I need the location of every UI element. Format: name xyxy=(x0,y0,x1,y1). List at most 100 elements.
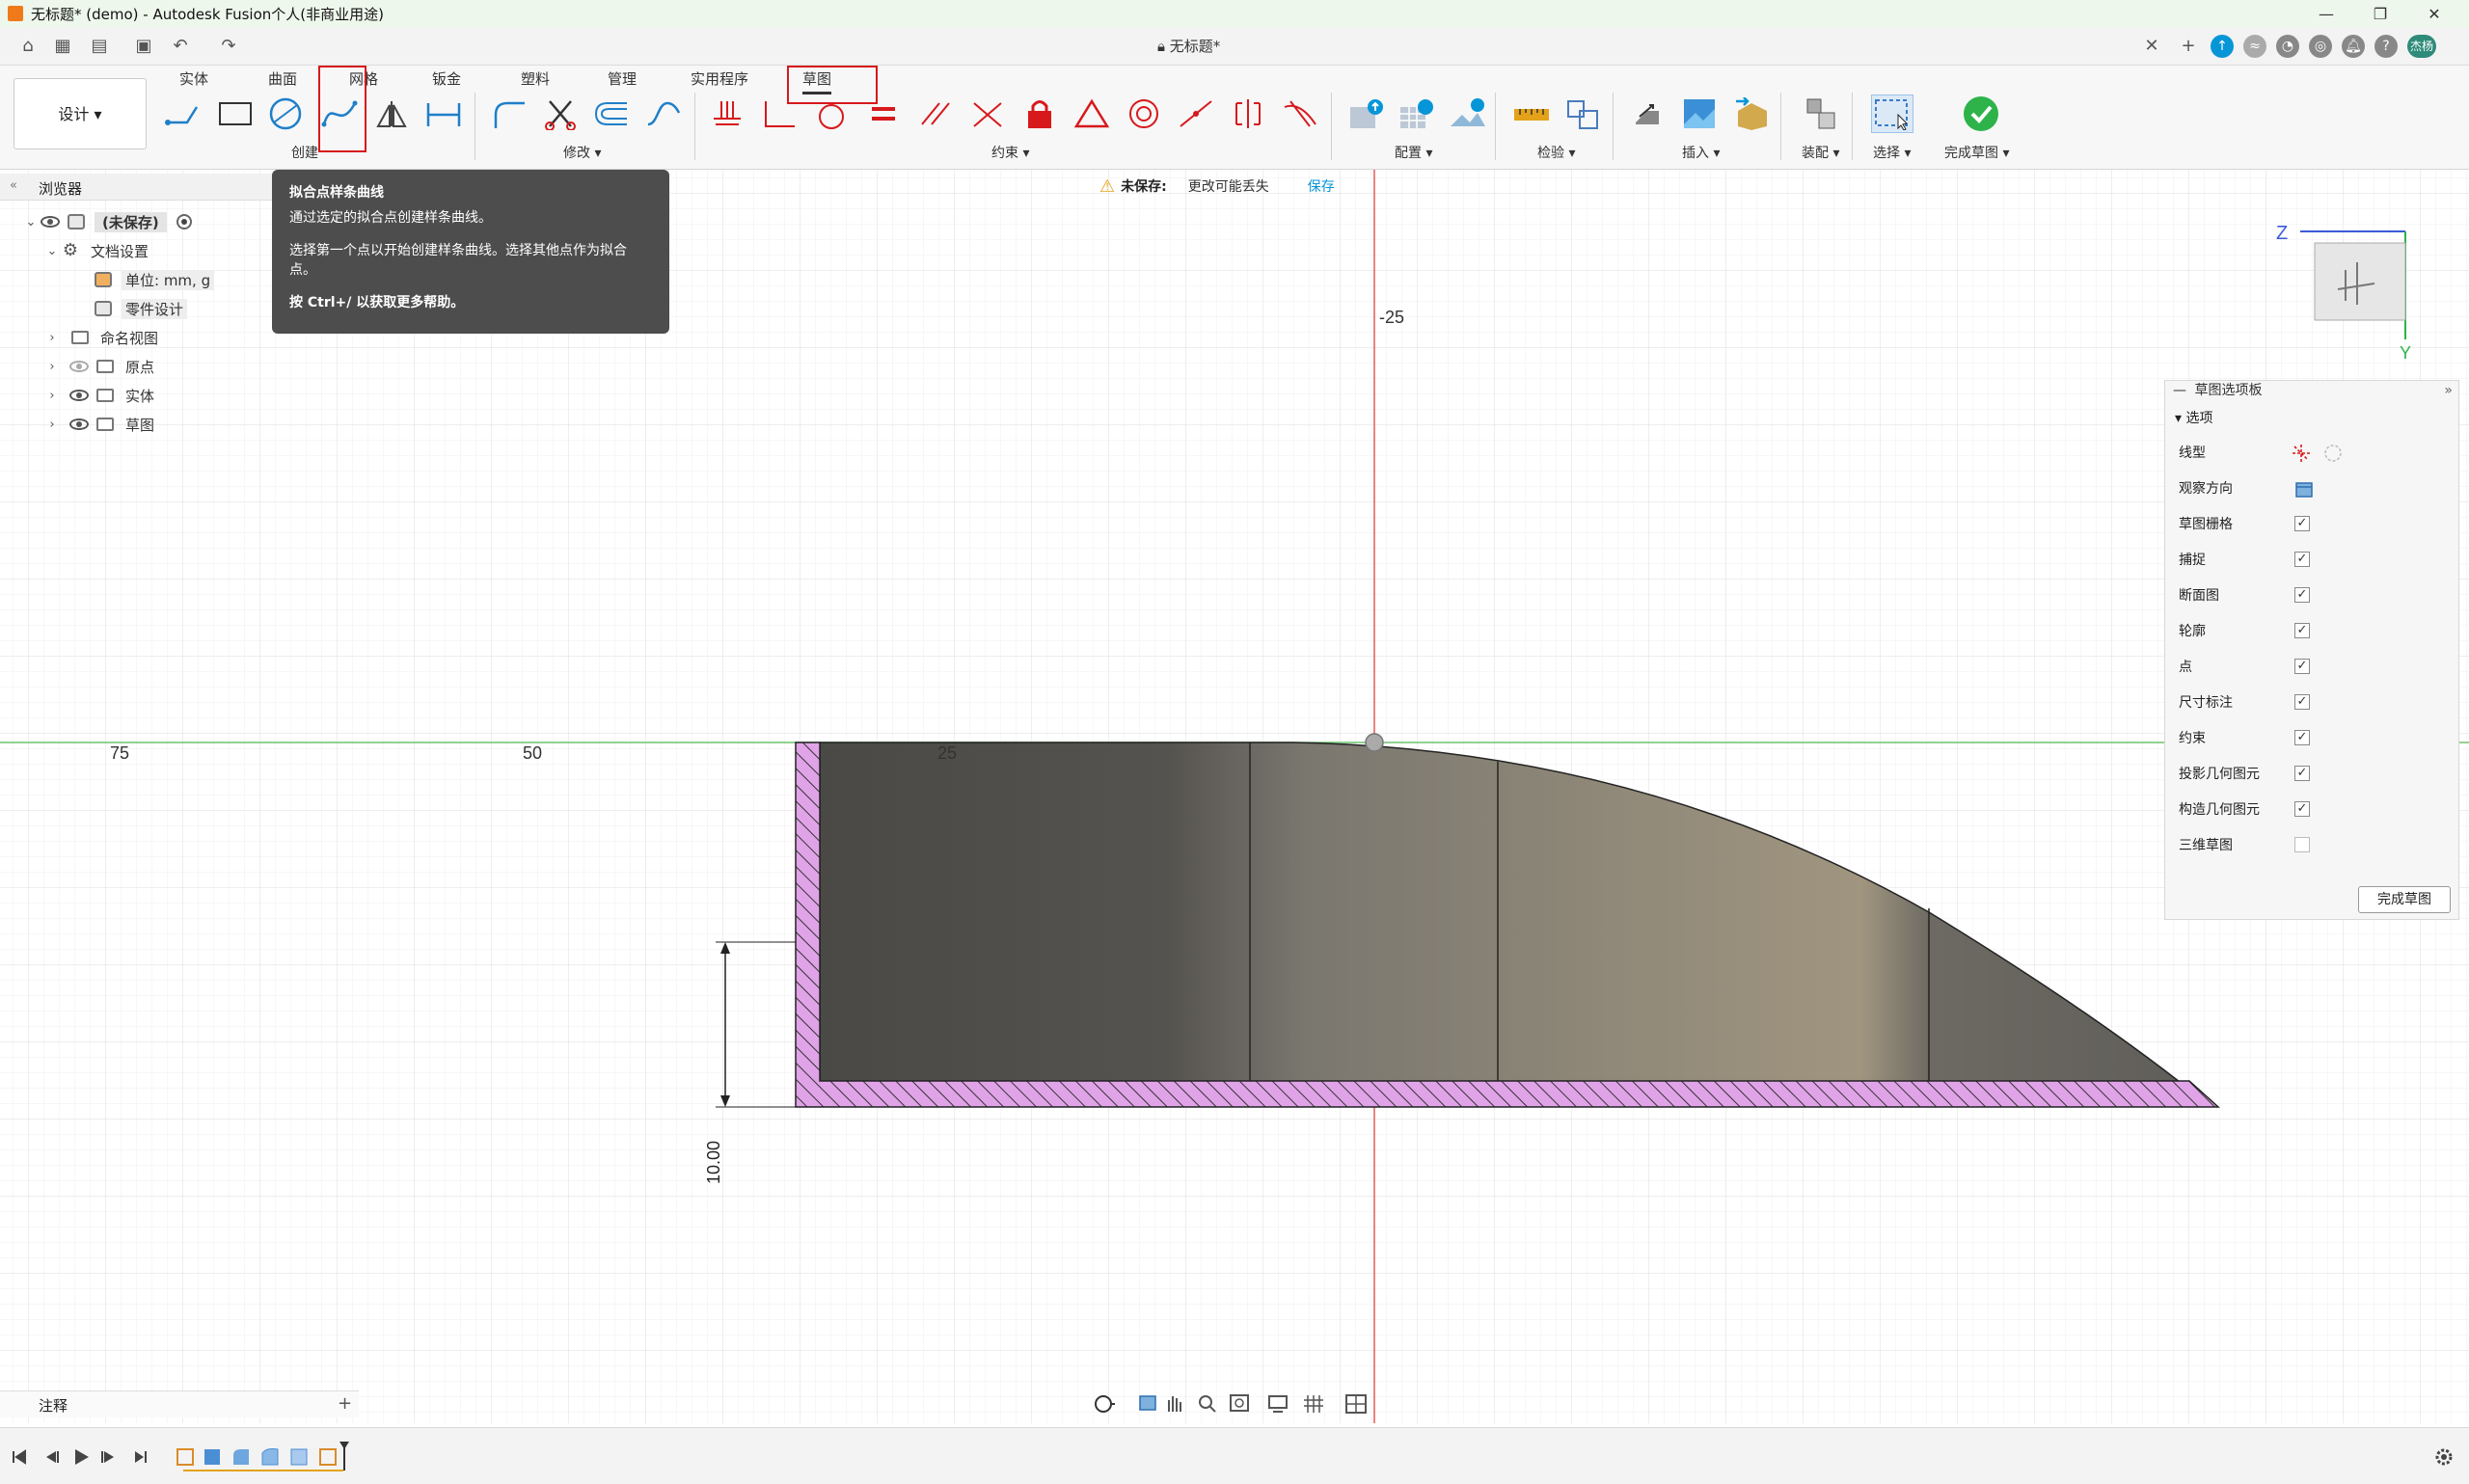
timeline-revolve-feature-icon[interactable] xyxy=(290,1448,308,1466)
display-settings-icon[interactable] xyxy=(1268,1395,1288,1413)
group-configure-label[interactable]: 配置 ▾ xyxy=(1395,143,1432,162)
save-icon[interactable]: ▣ xyxy=(133,37,154,56)
add-note-icon[interactable]: + xyxy=(338,1393,352,1414)
viewport[interactable]: 10.00 -25 75 50 25 Z Y xyxy=(0,170,2469,1423)
workspace-switcher[interactable]: 设计 ▾ xyxy=(14,78,147,149)
equal-constraint-tool[interactable] xyxy=(862,94,905,133)
midpoint-constraint-tool[interactable] xyxy=(1175,94,1217,133)
tab-surface[interactable]: 曲面 xyxy=(268,68,297,89)
group-create-label[interactable]: 创建 xyxy=(291,143,318,162)
fit-icon[interactable] xyxy=(1230,1394,1249,1412)
linetype-icons[interactable] xyxy=(2291,443,2348,464)
concentric-constraint-tool[interactable] xyxy=(1123,94,1165,133)
help-icon[interactable]: ? xyxy=(2374,35,2398,58)
pan-hand-icon[interactable] xyxy=(1168,1396,1181,1412)
tab-plastic[interactable]: 塑料 xyxy=(521,68,550,89)
expand-chevron-icon[interactable]: › xyxy=(42,418,62,432)
zoom-icon[interactable] xyxy=(1199,1395,1216,1413)
play-icon[interactable] xyxy=(75,1449,89,1465)
dimension-value[interactable]: 10.00 xyxy=(704,1141,723,1184)
triangle-constraint-tool[interactable] xyxy=(1071,94,1113,133)
browser-row-origin[interactable]: › 原点 xyxy=(42,353,154,380)
sketch-canvas[interactable]: 10.00 -25 75 50 25 Z Y xyxy=(0,170,2469,1423)
collapse-browser-icon[interactable]: « xyxy=(10,178,17,193)
group-finish-label[interactable]: 完成草图 ▾ xyxy=(1944,143,2009,162)
visibility-eye-icon[interactable] xyxy=(41,216,60,228)
timeline-extrude-feature-icon[interactable] xyxy=(204,1449,220,1465)
visibility-eye-icon[interactable] xyxy=(69,418,89,430)
expand-chevron-icon[interactable]: › xyxy=(42,331,62,345)
parallel-constraint-tool[interactable] xyxy=(914,94,957,133)
document-tab[interactable]: 🔒︎ 无标题* xyxy=(1157,27,1220,66)
user-avatar[interactable]: 杰杨 xyxy=(2407,35,2436,58)
circle-tool[interactable] xyxy=(264,94,307,133)
sketch-curve-tool[interactable] xyxy=(642,94,685,133)
tab-utilities[interactable]: 实用程序 xyxy=(691,68,748,89)
extensions-icon[interactable]: ↑ xyxy=(2211,35,2234,58)
browser-row-doc-settings[interactable]: ⌄ ⚙ 文档设置 xyxy=(42,237,149,264)
dimensions-checkbox[interactable]: ✓ xyxy=(2294,694,2310,710)
coincident-constraint-tool[interactable] xyxy=(706,94,748,133)
restore-button[interactable]: ❐ xyxy=(2353,0,2407,27)
snap-checkbox[interactable]: ✓ xyxy=(2294,552,2310,567)
tangent-constraint-tool[interactable] xyxy=(810,94,853,133)
finish-sketch-tool[interactable] xyxy=(1960,94,2002,133)
timeline-marker[interactable] xyxy=(339,1442,349,1471)
configure-tool-1[interactable] xyxy=(1344,94,1387,133)
origin-point[interactable] xyxy=(1365,733,1384,752)
expand-chevron-icon[interactable]: › xyxy=(42,360,62,374)
redo-icon[interactable]: ↷ xyxy=(218,37,239,56)
group-insert-label[interactable]: 插入 ▾ xyxy=(1682,143,1720,162)
expand-chevron-icon[interactable]: ⌄ xyxy=(21,215,41,229)
projected-geometry-checkbox[interactable]: ✓ xyxy=(2294,766,2310,781)
browser-row-bodies[interactable]: › 实体 xyxy=(42,382,154,409)
rectangle-tool[interactable] xyxy=(214,94,257,133)
minimize-button[interactable]: — xyxy=(2299,0,2353,27)
group-inspect-label[interactable]: 检验 ▾ xyxy=(1537,143,1575,162)
grid-checkbox[interactable]: ✓ xyxy=(2294,516,2310,531)
look-at-icon[interactable] xyxy=(2294,479,2314,499)
timeline-shell-feature-icon[interactable] xyxy=(261,1448,279,1466)
browser-row-part-design[interactable]: 零件设计 xyxy=(95,295,188,322)
finish-sketch-button[interactable]: 完成草图 xyxy=(2358,886,2451,913)
interference-tool[interactable] xyxy=(1562,94,1605,133)
save-link[interactable]: 保存 xyxy=(1308,176,1335,196)
3d-sketch-checkbox[interactable] xyxy=(2294,837,2310,852)
group-modify-label[interactable]: 修改 ▾ xyxy=(563,143,601,162)
offset-tool[interactable] xyxy=(590,94,633,133)
curvature-constraint-tool[interactable] xyxy=(1279,94,1321,133)
expand-chevron-icon[interactable]: ⌄ xyxy=(42,244,62,258)
job-status-icon[interactable]: ◔ xyxy=(2276,35,2299,58)
configure-tool-3[interactable] xyxy=(1447,94,1489,133)
look-at-nav-icon[interactable] xyxy=(1139,1395,1156,1411)
fix-constraint-tool[interactable] xyxy=(1018,94,1061,133)
notifications-icon[interactable]: 🔔︎ xyxy=(2342,35,2365,58)
timeline-fillet-feature-icon[interactable] xyxy=(233,1449,249,1465)
timeline-active-sketch-icon[interactable] xyxy=(319,1448,337,1466)
expand-palette-icon[interactable]: » xyxy=(2444,381,2453,400)
slice-checkbox[interactable]: ✓ xyxy=(2294,587,2310,603)
perpendicular-constraint-tool[interactable] xyxy=(758,94,800,133)
browser-row-sketches[interactable]: › 草图 xyxy=(42,411,154,438)
line-tool[interactable] xyxy=(162,94,204,133)
insert-derive-tool[interactable] xyxy=(1628,94,1670,133)
browser-row-named-views[interactable]: › 命名视图 xyxy=(42,324,158,351)
step-forward-icon[interactable] xyxy=(101,1451,114,1463)
select-tool[interactable] xyxy=(1871,94,1913,133)
points-checkbox[interactable]: ✓ xyxy=(2294,659,2310,674)
visibility-eye-icon[interactable] xyxy=(69,390,89,401)
learning-icon[interactable]: ◎ xyxy=(2309,35,2332,58)
offline-icon[interactable]: ≈ xyxy=(2243,35,2266,58)
close-window-button[interactable]: ✕ xyxy=(2407,0,2461,27)
hidden-eye-icon[interactable] xyxy=(69,361,89,372)
activate-radio-icon[interactable] xyxy=(176,214,192,229)
tab-sheet-metal[interactable]: 钣金 xyxy=(432,68,461,89)
configure-tool-2[interactable] xyxy=(1395,94,1437,133)
grid-settings-icon[interactable] xyxy=(1304,1395,1323,1413)
timeline-sketch-feature-icon[interactable] xyxy=(176,1448,194,1466)
tab-solid[interactable]: 实体 xyxy=(179,68,208,89)
viewports-icon[interactable] xyxy=(1345,1394,1367,1414)
fillet-tool[interactable] xyxy=(488,94,530,133)
perpendicular-x-constraint-tool[interactable] xyxy=(966,94,1009,133)
insert-canvas-tool[interactable] xyxy=(1678,94,1721,133)
